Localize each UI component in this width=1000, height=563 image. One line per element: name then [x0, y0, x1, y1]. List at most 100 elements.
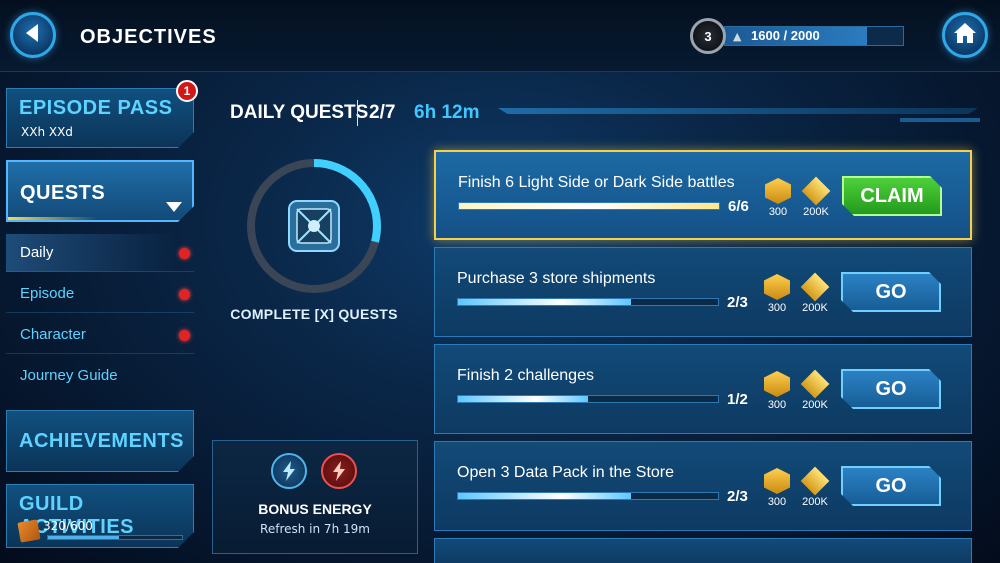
gold-currency-icon: [800, 466, 830, 496]
notification-count: 1: [183, 84, 191, 98]
episode-pass-timer: XXh XXd: [21, 125, 73, 139]
reward-credits: 300: [762, 178, 794, 218]
episode-pass-notification-badge: 1: [176, 80, 198, 102]
reward-credits: 300: [761, 274, 793, 314]
sidebar-item-character[interactable]: Character: [6, 316, 194, 354]
daily-progress-ring: [243, 155, 385, 297]
go-button[interactable]: GO: [841, 369, 941, 409]
reward-amount: 200K: [803, 206, 829, 218]
guild-activities-tab[interactable]: GUILD ACTIVITIES 320/600: [6, 484, 194, 548]
alert-dot: [179, 289, 190, 300]
guild-progress-fill: [48, 536, 119, 539]
achievements-label: ACHIEVEMENTS: [19, 430, 184, 452]
quest-card: Open 3 Data Pack in the Store 2/3 300 20…: [434, 441, 972, 531]
credits-icon: [765, 178, 791, 204]
reward-amount: 300: [767, 302, 787, 314]
reward-credits: 300: [761, 371, 793, 411]
alert-dot: [179, 330, 190, 341]
quest-card: Finish 2 challenges 1/2 300 200K GO: [434, 344, 972, 434]
quest-progress-fill: [458, 396, 588, 402]
quest-title: Purchase 3 store shipments: [457, 270, 656, 287]
energy-bolt-red-icon: [321, 453, 357, 489]
achievements-tab[interactable]: ACHIEVEMENTS: [6, 410, 194, 472]
guild-currency-icon: [17, 519, 40, 542]
quest-progress-bar: [457, 298, 719, 306]
sidebar-item-episode[interactable]: Episode: [6, 275, 194, 313]
sidebar-item-journey-guide[interactable]: Journey Guide: [6, 357, 194, 395]
quest-progress-text: 2/3: [727, 488, 748, 505]
divider: [357, 100, 358, 126]
ring-caption: COMPLETE [X] QUESTS: [230, 306, 398, 322]
reward-gold: 200K: [799, 272, 831, 314]
gold-currency-icon: [800, 369, 830, 399]
quest-card-partial: [434, 538, 972, 563]
player-xp-bar: ▲ 1600 / 2000: [724, 26, 904, 46]
bonus-energy-panel[interactable]: BONUS ENERGY Refresh in 7h 19m: [212, 440, 418, 554]
reward-amount: 300: [767, 496, 787, 508]
quest-progress-bar: [457, 492, 719, 500]
quest-card: Purchase 3 store shipments 2/3 300 200K …: [434, 247, 972, 337]
home-button[interactable]: [942, 12, 988, 58]
quest-progress-text: 2/3: [727, 294, 748, 311]
reward-amount: 300: [767, 399, 787, 411]
credits-icon: [764, 274, 790, 300]
header-decoration: [900, 118, 980, 122]
episode-pass-tab[interactable]: EPISODE PASS XXh XXd: [6, 88, 194, 148]
quest-title: Open 3 Data Pack in the Store: [457, 464, 675, 481]
reward-amount: 300: [768, 206, 788, 218]
reward-credits: 300: [761, 468, 793, 508]
rank-icon: ▲: [733, 30, 742, 43]
claim-button[interactable]: CLAIM: [842, 176, 942, 216]
sidebar-item-label: Episode: [20, 285, 75, 302]
reward-gold: 200K: [799, 466, 831, 508]
quest-progress-bar: [457, 395, 719, 403]
home-icon: [953, 22, 977, 48]
bonus-energy-title: BONUS ENERGY: [258, 501, 372, 517]
alert-dot: [179, 248, 190, 259]
page-title: OBJECTIVES: [80, 26, 217, 48]
reward-amount: 200K: [802, 302, 828, 314]
quest-title: Finish 6 Light Side or Dark Side battles: [458, 174, 735, 191]
quest-progress-fill: [459, 203, 719, 209]
bonus-energy-refresh: Refresh in 7h 19m: [260, 522, 370, 536]
sidebar-item-daily[interactable]: Daily: [6, 234, 194, 272]
episode-pass-label: EPISODE PASS: [19, 97, 173, 119]
quest-progress-text: 6/6: [728, 198, 749, 215]
go-button[interactable]: GO: [841, 466, 941, 506]
reward-amount: 200K: [802, 496, 828, 508]
quest-progress-fill: [458, 299, 632, 305]
reward-gold: 200K: [800, 176, 832, 218]
sidebar-item-label: Daily: [20, 244, 54, 261]
quests-label: QUESTS: [20, 182, 106, 204]
player-level-badge: 3: [690, 18, 726, 54]
back-arrow-icon: [22, 22, 44, 48]
xp-text: 1600 / 2000: [751, 28, 820, 43]
gold-currency-icon: [800, 272, 830, 302]
reward-amount: 200K: [802, 399, 828, 411]
tab-selected-indicator: [8, 217, 98, 220]
quest-cube-icon: [288, 200, 340, 252]
reward-gold: 200K: [799, 369, 831, 411]
guild-progress-value: 320/600: [43, 519, 93, 533]
go-button[interactable]: GO: [841, 272, 941, 312]
gold-currency-icon: [801, 176, 831, 206]
back-button[interactable]: [10, 12, 56, 58]
sidebar-item-label: Character: [20, 326, 86, 343]
daily-quests-title: DAILY QUESTS: [230, 102, 369, 123]
quests-tab[interactable]: QUESTS: [6, 160, 194, 222]
energy-bolt-blue-icon: [271, 453, 307, 489]
chevron-down-icon: [166, 202, 182, 212]
quest-title: Finish 2 challenges: [457, 367, 594, 384]
credits-icon: [764, 371, 790, 397]
quest-progress-bar: [458, 202, 720, 210]
top-bar: OBJECTIVES ▲ 1600 / 2000 3: [0, 0, 1000, 72]
sidebar-item-label: Journey Guide: [20, 367, 118, 384]
quest-card: Finish 6 Light Side or Dark Side battles…: [434, 150, 972, 240]
daily-reset-timer: 6h 12m: [414, 102, 480, 123]
daily-quests-count: 2/7: [369, 102, 396, 123]
guild-progress-bar: [47, 535, 183, 540]
credits-icon: [764, 468, 790, 494]
header-decoration: [498, 108, 978, 114]
quest-progress-fill: [458, 493, 632, 499]
player-level: 3: [704, 28, 712, 44]
